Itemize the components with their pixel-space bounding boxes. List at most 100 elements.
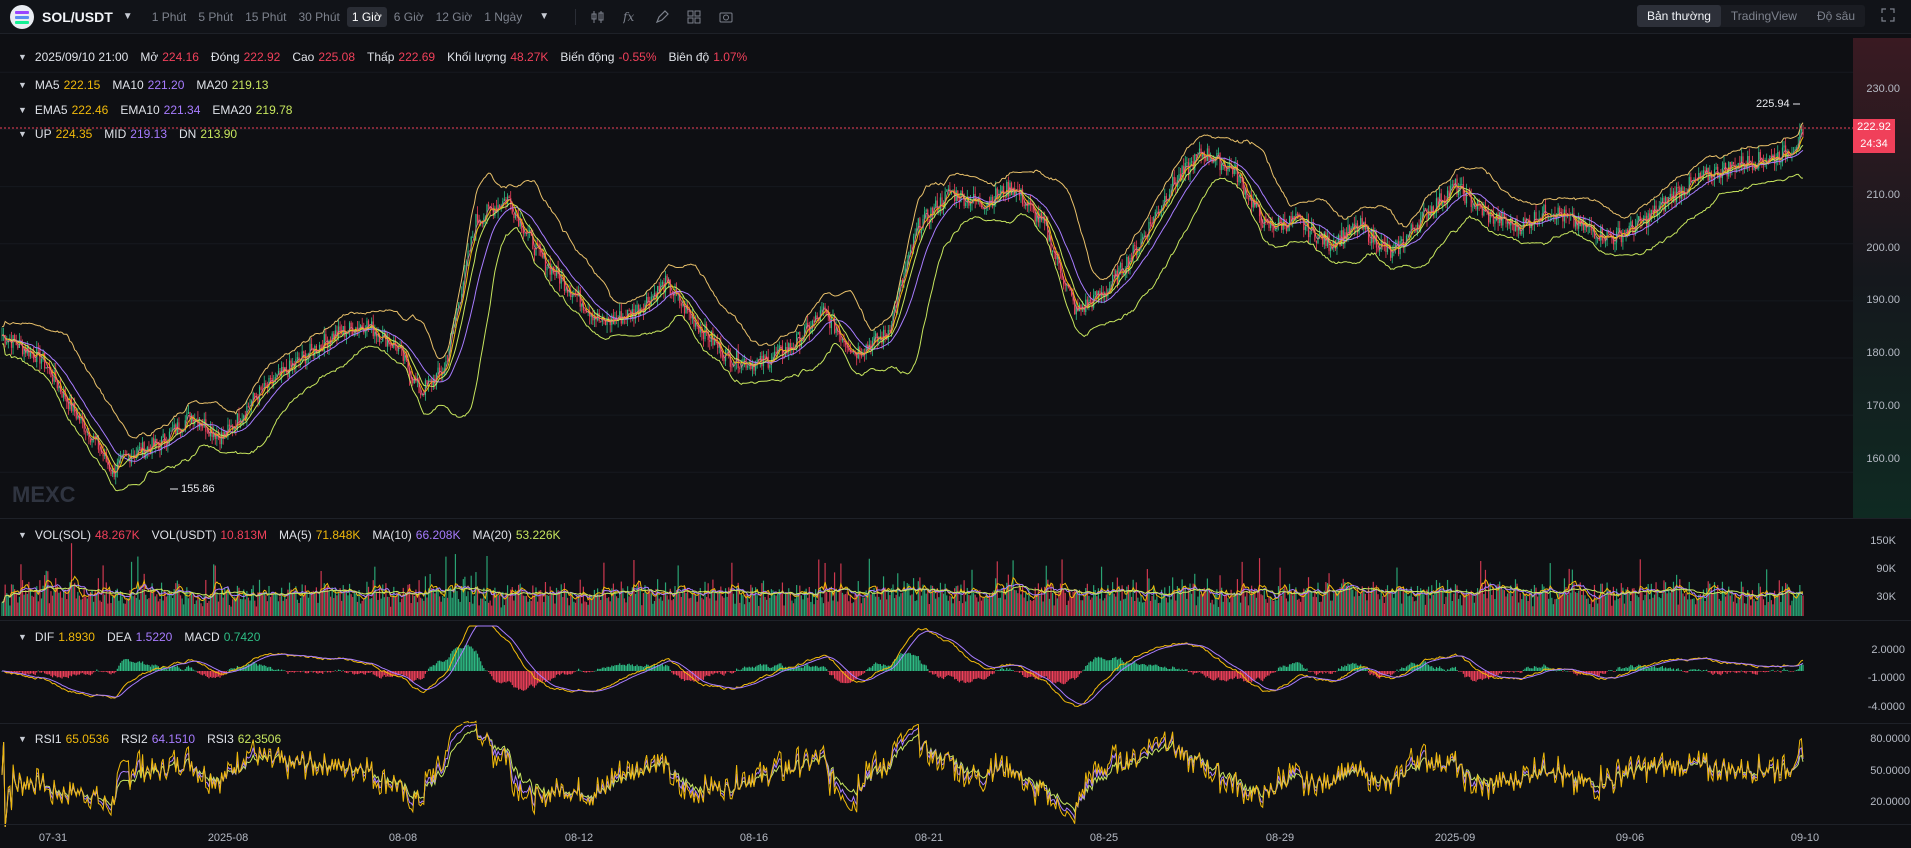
volume-bar — [1461, 605, 1463, 616]
volume-bar — [437, 588, 439, 616]
volume-bar — [916, 600, 918, 616]
candle-body — [1690, 177, 1692, 182]
macd-bar — [811, 666, 814, 671]
price-axis-label: 180.00 — [1866, 347, 1900, 359]
volume-bar — [672, 599, 675, 616]
volume-bar — [1089, 599, 1092, 616]
volume-bar — [832, 600, 834, 616]
macd-bar — [268, 666, 270, 671]
macd-bar — [298, 671, 300, 672]
macd-bar — [623, 664, 626, 671]
volume-bar — [1108, 596, 1111, 616]
volume-bar — [34, 591, 36, 616]
candle-body — [1236, 164, 1239, 183]
macd-bar — [1503, 671, 1506, 672]
candle-body — [1691, 181, 1694, 183]
volume-bar — [404, 593, 406, 616]
collapse-chevron-icon[interactable]: ▼ — [18, 632, 27, 642]
close-label: Đóng — [210, 50, 240, 64]
macd-bar — [1729, 671, 1731, 673]
ema10-value: 221.34 — [163, 103, 201, 117]
volume-bar — [1112, 582, 1114, 616]
collapse-chevron-icon[interactable]: ▼ — [18, 129, 27, 139]
collapse-chevron-icon[interactable]: ▼ — [18, 530, 27, 540]
macd-bar — [1189, 671, 1191, 673]
volume-bar — [268, 585, 270, 616]
macd-bar — [1434, 668, 1436, 671]
chart-canvas[interactable]: MEXC 225.94 155.86 — [0, 0, 1911, 848]
macd-bar — [669, 669, 671, 671]
collapse-chevron-icon[interactable]: ▼ — [18, 105, 27, 115]
macd-bar — [1142, 664, 1144, 671]
macd-bar — [1347, 663, 1349, 671]
macd-bar — [815, 665, 817, 671]
macd-bar — [213, 671, 215, 678]
volume-bar — [63, 589, 65, 616]
macd-bar — [1301, 664, 1303, 671]
macd-bar — [129, 661, 131, 671]
macd-bar — [919, 660, 921, 671]
candle-body — [345, 333, 348, 337]
volume-bar — [450, 587, 452, 616]
volume-bar — [1435, 580, 1438, 616]
volume-bar — [1247, 605, 1250, 616]
volume-bar — [1421, 590, 1423, 616]
volume-bar — [1454, 584, 1457, 616]
candle-body — [965, 203, 967, 206]
macd-bar — [1296, 662, 1299, 671]
volume-bar — [1734, 593, 1736, 616]
volume-bar — [1142, 602, 1144, 616]
macd-bar — [489, 671, 491, 675]
volume-bar — [184, 592, 186, 616]
volume-bar — [1721, 581, 1724, 616]
macd-bar — [1179, 670, 1182, 671]
volume-bar — [1113, 593, 1115, 616]
candle-body — [612, 315, 614, 324]
volume-bar — [935, 598, 937, 616]
volume-bar — [1301, 593, 1303, 616]
macd-bar — [1538, 667, 1540, 671]
macd-axis-label: -1.0000 — [1867, 672, 1905, 684]
collapse-chevron-icon[interactable]: ▼ — [18, 52, 27, 62]
volume-bar — [1636, 595, 1638, 616]
volume-bar — [1718, 598, 1720, 616]
macd-bar — [20, 671, 22, 673]
volume-bar — [1775, 594, 1777, 616]
macd-bar — [625, 665, 627, 671]
macd-bar — [521, 671, 523, 691]
candle-body — [1780, 162, 1782, 163]
volume-bars — [1, 543, 1804, 616]
vol-sol-value: 48.267K — [94, 528, 140, 542]
volume-bar — [320, 570, 322, 616]
macd-bar — [955, 671, 957, 679]
macd-bar — [917, 656, 919, 671]
volume-bar — [219, 594, 221, 616]
macd-bar — [1628, 666, 1630, 671]
macd-bar — [578, 668, 580, 671]
macd-bar — [1405, 666, 1408, 671]
volume-bar — [685, 592, 687, 616]
volume-bar — [1743, 603, 1746, 616]
macd-bar — [988, 671, 990, 676]
volume-bar — [535, 587, 537, 616]
volume-bar — [827, 601, 829, 616]
collapse-chevron-icon[interactable]: ▼ — [18, 80, 27, 90]
volume-bar — [192, 595, 194, 616]
volume-bar — [299, 597, 302, 616]
volume-label: Khối lượng — [447, 50, 507, 64]
volume-bar — [566, 597, 569, 616]
volume-bar — [538, 590, 540, 616]
macd-bar — [1789, 671, 1791, 672]
collapse-chevron-icon[interactable]: ▼ — [18, 734, 27, 744]
candle-body — [1017, 189, 1019, 191]
macd-bar — [766, 664, 768, 671]
macd-bar — [1162, 667, 1164, 671]
macd-bar — [1750, 671, 1752, 673]
macd-bar — [178, 667, 180, 671]
volume-bar — [179, 595, 182, 616]
candle-body — [1119, 263, 1122, 268]
volume-bar — [950, 596, 953, 616]
volume-bar — [1533, 584, 1536, 616]
macd-bar — [944, 671, 946, 678]
macd-bar — [748, 666, 750, 671]
